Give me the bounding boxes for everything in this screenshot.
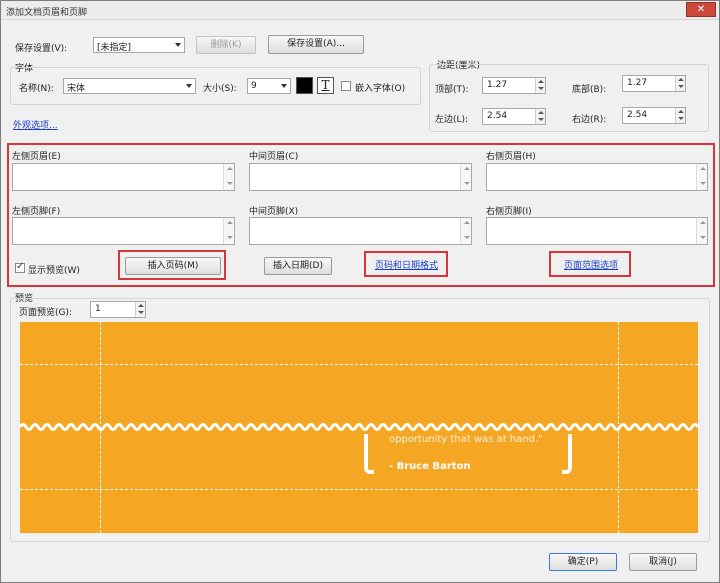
- page-range-options-link[interactable]: 页面范围选项: [564, 258, 618, 271]
- appearance-options-link[interactable]: 外观选项...: [13, 118, 58, 131]
- right-footer-input[interactable]: [486, 217, 708, 245]
- center-footer-input[interactable]: [249, 217, 472, 245]
- right-header-input[interactable]: [486, 163, 708, 191]
- page-break-wave: [20, 423, 698, 431]
- margin-left-value: 2.54: [487, 111, 508, 121]
- window-title: 添加文档页眉和页脚: [6, 8, 88, 18]
- margin-right-label: 右边(R):: [572, 115, 607, 125]
- saved-settings-select[interactable]: [未指定]: [93, 37, 185, 53]
- dialog-window: 添加文档页眉和页脚 ✕ 保存设置(V): [未指定] 删除(K) 保存设置(A)…: [0, 0, 720, 583]
- embed-font-checkbox[interactable]: [341, 81, 351, 91]
- saved-settings-value: [未指定]: [97, 43, 132, 53]
- font-size-select[interactable]: 9: [247, 78, 291, 94]
- textarea-scrollbar[interactable]: [223, 164, 234, 190]
- right-footer-label: 右侧页脚(I): [486, 207, 532, 217]
- textarea-scrollbar[interactable]: [460, 218, 471, 244]
- font-name-select[interactable]: 宋体: [63, 78, 196, 94]
- margin-top-label: 顶部(T):: [435, 85, 469, 95]
- show-preview-checkbox[interactable]: [15, 261, 25, 273]
- preview-quote-author: - Bruce Barton: [389, 461, 471, 472]
- header-margin-guide: [20, 364, 698, 365]
- chevron-down-icon: [175, 43, 181, 47]
- font-name-label: 名称(N):: [19, 84, 54, 94]
- spinner-arrows-icon[interactable]: [535, 109, 545, 124]
- font-name-value: 宋体: [67, 84, 86, 94]
- font-color-swatch[interactable]: [296, 77, 313, 94]
- margin-left-spinner[interactable]: 2.54: [482, 108, 546, 125]
- save-settings-button[interactable]: 保存设置(A)...: [268, 35, 364, 54]
- preview-quote-text: opportunity that was at hand.": [389, 434, 543, 445]
- quote-bracket-left: [364, 434, 374, 474]
- margin-bottom-spinner[interactable]: 1.27: [622, 75, 686, 92]
- chevron-down-icon: [281, 84, 287, 88]
- close-button[interactable]: ✕: [686, 2, 716, 17]
- title-bar[interactable]: 添加文档页眉和页脚 ✕: [1, 1, 719, 20]
- left-footer-input[interactable]: [12, 217, 235, 245]
- margin-left-label: 左边(L):: [435, 115, 469, 125]
- quote-bracket-right: [562, 434, 572, 474]
- textarea-scrollbar[interactable]: [696, 164, 707, 190]
- footer-margin-guide: [20, 489, 698, 490]
- saved-settings-label: 保存设置(V):: [15, 44, 68, 54]
- margin-bottom-label: 底部(B):: [572, 85, 607, 95]
- text-style-button[interactable]: T: [317, 77, 334, 94]
- ok-button[interactable]: 确定(P): [549, 553, 617, 571]
- center-header-input[interactable]: [249, 163, 472, 191]
- textarea-scrollbar[interactable]: [223, 218, 234, 244]
- left-header-label: 左侧页眉(E): [12, 152, 61, 162]
- insert-page-number-button[interactable]: 插入页码(M): [125, 257, 221, 275]
- right-header-label: 右侧页眉(H): [486, 152, 536, 162]
- margin-right-spinner[interactable]: 2.54: [622, 107, 686, 124]
- insert-date-button[interactable]: 插入日期(D): [264, 257, 332, 275]
- left-header-input[interactable]: [12, 163, 235, 191]
- page-preview-label: 页面预览(G):: [19, 308, 73, 318]
- margin-top-spinner[interactable]: 1.27: [482, 77, 546, 94]
- spinner-arrows-icon[interactable]: [675, 76, 685, 91]
- font-size-value: 9: [251, 81, 257, 91]
- page-number-date-format-link[interactable]: 页码和日期格式: [375, 258, 438, 271]
- show-preview-label: 显示预览(W): [28, 266, 80, 276]
- embed-font-label: 嵌入字体(O): [355, 84, 406, 94]
- margin-top-value: 1.27: [487, 80, 508, 90]
- center-header-label: 中间页眉(C): [249, 152, 299, 162]
- margin-right-value: 2.54: [627, 110, 648, 120]
- page-preview-spinner[interactable]: 1: [90, 301, 146, 318]
- spinner-arrows-icon[interactable]: [535, 78, 545, 93]
- margin-bottom-value: 1.27: [627, 78, 648, 88]
- delete-settings-button[interactable]: 删除(K): [196, 36, 256, 54]
- center-footer-label: 中间页脚(X): [249, 207, 299, 217]
- cancel-button[interactable]: 取消(J): [629, 553, 697, 571]
- left-footer-label: 左侧页脚(F): [12, 207, 61, 217]
- textarea-scrollbar[interactable]: [460, 164, 471, 190]
- preview-canvas: opportunity that was at hand." - Bruce B…: [20, 322, 698, 533]
- spinner-arrows-icon[interactable]: [675, 108, 685, 123]
- font-size-label: 大小(S):: [203, 84, 237, 94]
- chevron-down-icon: [186, 84, 192, 88]
- textarea-scrollbar[interactable]: [696, 218, 707, 244]
- spinner-arrows-icon[interactable]: [135, 302, 145, 317]
- page-preview-value: 1: [95, 304, 101, 314]
